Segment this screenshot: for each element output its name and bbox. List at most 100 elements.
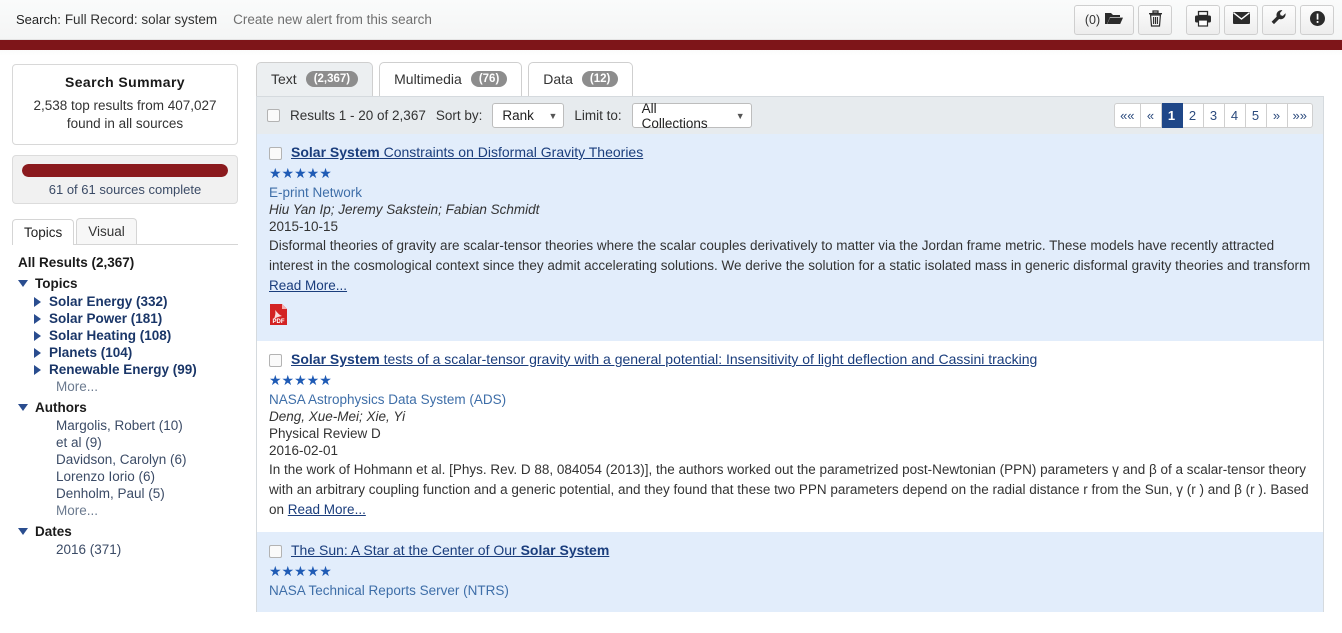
facet-item[interactable]: Davidson, Carolyn (6)	[56, 452, 238, 467]
pagination-page-3[interactable]: 3	[1203, 103, 1225, 128]
result-item: Solar System Constraints on Disformal Gr…	[257, 134, 1323, 341]
read-more-link[interactable]: Read More...	[288, 502, 366, 517]
facet-tabs: Topics Visual	[12, 218, 238, 245]
result-select-checkbox[interactable]	[269, 354, 282, 367]
result-source[interactable]: NASA Astrophysics Data System (ADS)	[269, 392, 1311, 407]
results-range-text: Results 1 - 20 of 2,367	[290, 108, 426, 123]
header-accent-bar	[0, 40, 1342, 50]
sort-by-value: Rank	[502, 108, 534, 123]
tools-button[interactable]	[1262, 4, 1296, 35]
read-more-link[interactable]: Read More...	[269, 278, 347, 293]
limit-to-select[interactable]: All Collections ▼	[631, 100, 752, 131]
facet-list: All Results (2,367) Topics Solar Energy (…	[12, 245, 238, 557]
delete-button[interactable]	[1138, 4, 1172, 35]
search-query-text: Full Record: solar system	[64, 12, 218, 27]
sort-by-label: Sort by:	[435, 108, 483, 123]
facet-item-label: Renewable Energy (99)	[49, 362, 197, 377]
trash-icon	[1148, 9, 1163, 30]
result-source[interactable]: NASA Technical Reports Server (NTRS)	[269, 583, 1311, 598]
toolbar-group-actions	[1182, 4, 1334, 35]
limit-to-value: All Collections	[641, 100, 708, 131]
facet-item[interactable]: Denholm, Paul (5)	[56, 486, 238, 501]
result-date: 2016-02-01	[269, 443, 339, 458]
pagination-page-5[interactable]: 5	[1245, 103, 1267, 128]
chevron-down-icon	[18, 280, 28, 287]
facet-item[interactable]: Margolis, Robert (10)	[56, 418, 238, 433]
facet-item[interactable]: Lorenzo Iorio (6)	[56, 469, 238, 484]
sources-progress-panel: 61 of 61 sources complete	[12, 155, 238, 204]
printer-icon	[1194, 10, 1212, 30]
facet-all-results[interactable]: All Results (2,367)	[18, 255, 238, 270]
facet-item[interactable]: Planets (104)	[34, 345, 238, 360]
chevron-right-icon	[34, 347, 41, 358]
pagination-page-1[interactable]: 1	[1161, 103, 1183, 128]
facet-item-label: Solar Power (181)	[49, 311, 163, 326]
pagination-first[interactable]: ««	[1114, 103, 1141, 128]
exclamation-circle-icon	[1309, 10, 1326, 30]
facet-item-label: Denholm, Paul (5)	[56, 486, 165, 501]
sort-by-select[interactable]: Rank ▼	[492, 103, 565, 128]
chevron-right-icon	[34, 313, 41, 324]
email-button[interactable]	[1224, 4, 1258, 35]
chevron-down-icon: ▼	[548, 110, 558, 121]
print-button[interactable]	[1186, 4, 1220, 35]
result-title-link[interactable]: Solar System Constraints on Disformal Gr…	[291, 144, 643, 161]
facet-tab-topics[interactable]: Topics	[12, 219, 75, 245]
facet-item-label: Lorenzo Iorio (6)	[56, 469, 156, 484]
pagination-next[interactable]: »	[1266, 103, 1288, 128]
pagination-page-4[interactable]: 4	[1224, 103, 1246, 128]
search-summary-panel: Search Summary 2,538 top results from 40…	[12, 64, 238, 145]
facet-item[interactable]: et al (9)	[56, 435, 238, 450]
facet-group-dates[interactable]: Dates	[18, 524, 238, 539]
pagination-prev[interactable]: «	[1140, 103, 1162, 128]
facet-group-topics[interactable]: Topics	[18, 276, 238, 291]
facet-item[interactable]: 2016 (371)	[56, 542, 238, 557]
tab-text-label: Text	[271, 71, 297, 87]
chevron-down-icon	[18, 528, 28, 535]
facet-item[interactable]: Solar Power (181)	[34, 311, 238, 326]
pagination-last[interactable]: »»	[1287, 103, 1313, 128]
result-authors: Hiu Yan Ip; Jeremy Sakstein; Fabian Schm…	[269, 202, 540, 217]
result-title-link[interactable]: The Sun: A Star at the Center of Our Sol…	[291, 542, 609, 559]
tab-data-label: Data	[543, 71, 573, 87]
facet-group-authors[interactable]: Authors	[18, 400, 238, 415]
results-toolbar: Results 1 - 20 of 2,367 Sort by: Rank ▼ …	[256, 96, 1324, 134]
chevron-right-icon	[34, 330, 41, 341]
progress-label: 61 of 61 sources complete	[48, 182, 202, 197]
chevron-right-icon	[34, 364, 41, 375]
chevron-right-icon	[34, 296, 41, 307]
wrench-icon	[1270, 9, 1288, 30]
facet-item-label: et al (9)	[56, 435, 102, 450]
search-label: Search:	[16, 12, 61, 27]
result-title-link[interactable]: Solar System tests of a scalar-tensor gr…	[291, 351, 1037, 368]
select-all-checkbox[interactable]	[267, 109, 280, 122]
facet-more-link[interactable]: More...	[56, 503, 238, 518]
tab-text[interactable]: Text (2,367)	[256, 62, 374, 96]
facet-tab-visual[interactable]: Visual	[76, 218, 137, 244]
create-alert-link[interactable]: Create new alert from this search	[233, 12, 432, 27]
result-abstract: In the work of Hohmann et al. [Phys. Rev…	[269, 462, 1309, 517]
facet-item[interactable]: Solar Heating (108)	[34, 328, 238, 343]
folder-count: (0)	[1084, 12, 1101, 27]
facet-item[interactable]: Renewable Energy (99)	[34, 362, 238, 377]
pdf-icon[interactable]: PDF	[269, 303, 288, 326]
facet-item-label: Solar Energy (332)	[49, 294, 168, 309]
envelope-icon	[1232, 11, 1251, 28]
facet-item-label: Davidson, Carolyn (6)	[56, 452, 187, 467]
search-summary-line1: 2,538 top results from 407,027	[33, 98, 217, 113]
result-date: 2015-10-15	[269, 219, 339, 234]
alert-button[interactable]	[1300, 4, 1334, 35]
facet-item[interactable]: Solar Energy (332)	[34, 294, 238, 309]
folder-button[interactable]: (0)	[1074, 4, 1134, 35]
limit-to-label: Limit to:	[574, 108, 622, 123]
result-select-checkbox[interactable]	[269, 147, 282, 160]
result-select-checkbox[interactable]	[269, 545, 282, 558]
facet-group-label: Topics	[35, 276, 78, 291]
tab-multimedia[interactable]: Multimedia (76)	[379, 62, 523, 96]
result-item: The Sun: A Star at the Center of Our Sol…	[257, 532, 1323, 612]
tab-data[interactable]: Data (12)	[528, 62, 634, 96]
pagination-page-2[interactable]: 2	[1182, 103, 1204, 128]
app-header: Search: Full Record: solar system Create…	[0, 0, 1342, 40]
result-source[interactable]: E-print Network	[269, 185, 1311, 200]
facet-more-link[interactable]: More...	[56, 379, 238, 394]
